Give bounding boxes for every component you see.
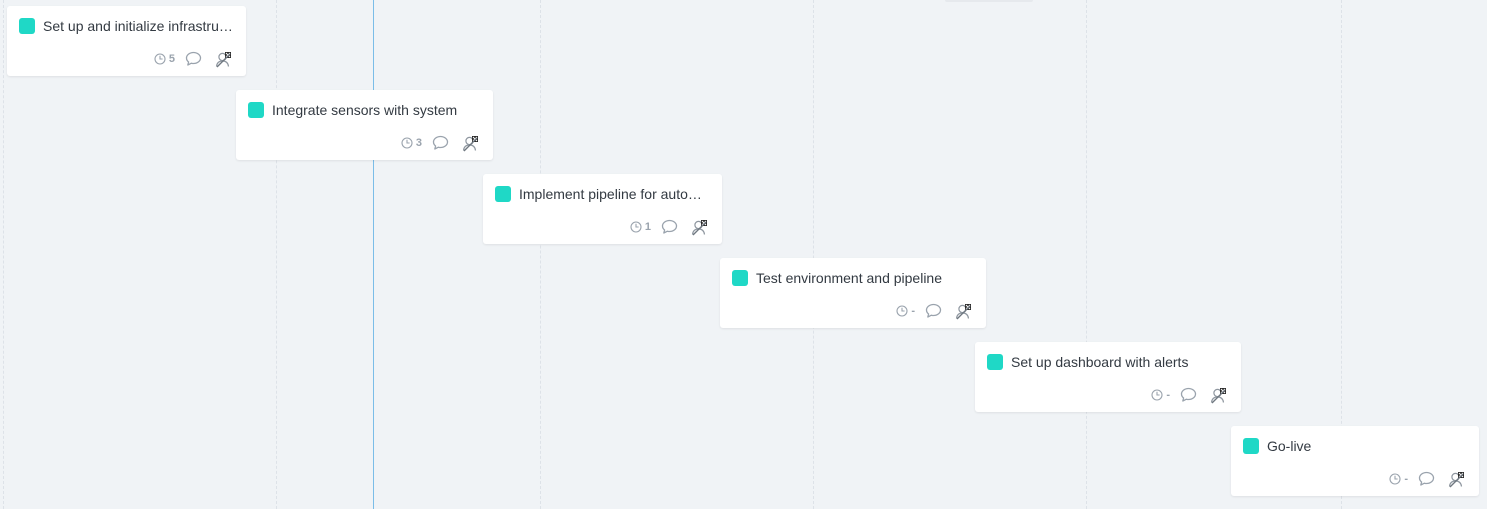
grid-divider (1086, 0, 1087, 509)
task-title: Integrate sensors with system (272, 102, 458, 118)
unassigned-user-icon[interactable] (1447, 471, 1465, 488)
clock-icon (1151, 389, 1163, 401)
unassigned-user-icon[interactable] (461, 135, 479, 152)
grid-divider (540, 0, 541, 509)
timeline-view[interactable]: Set up and initialize infrastructure 5 I… (0, 0, 1487, 509)
task-color-swatch (495, 186, 511, 202)
comment-bubble-icon[interactable] (185, 51, 202, 67)
task-color-swatch (248, 102, 264, 118)
task-color-swatch (987, 354, 1003, 370)
task-card[interactable]: Implement pipeline for automation 1 (483, 174, 722, 244)
clock-icon (154, 53, 166, 65)
time-estimate-value: - (911, 305, 915, 317)
task-color-swatch (1243, 438, 1259, 454)
clock-icon (630, 221, 642, 233)
task-card[interactable]: Go-live - (1231, 426, 1479, 496)
task-title: Go-live (1267, 438, 1312, 454)
clock-icon (1389, 473, 1401, 485)
task-meta: 3 (401, 134, 479, 152)
time-estimate[interactable]: - (1151, 389, 1170, 401)
time-estimate[interactable]: - (1389, 473, 1408, 485)
task-color-swatch (732, 270, 748, 286)
task-meta: 1 (630, 218, 708, 236)
time-estimate-value: - (1166, 389, 1170, 401)
task-title: Set up and initialize infrastructure (43, 18, 236, 34)
comment-bubble-icon[interactable] (661, 219, 678, 235)
task-title: Implement pipeline for automation (519, 186, 712, 202)
task-meta: - (1389, 470, 1465, 488)
comment-bubble-icon[interactable] (432, 135, 449, 151)
comment-bubble-icon[interactable] (925, 303, 942, 319)
time-estimate[interactable]: 5 (154, 53, 175, 65)
time-estimate-value: 1 (644, 221, 651, 233)
task-meta: 5 (154, 50, 232, 68)
time-estimate[interactable]: - (896, 305, 915, 317)
task-title: Set up dashboard with alerts (1011, 354, 1189, 370)
grid-divider (813, 0, 814, 509)
task-title: Test environment and pipeline (756, 270, 943, 286)
time-estimate-value: 5 (168, 53, 175, 65)
unassigned-user-icon[interactable] (1209, 387, 1227, 404)
today-marker-line (373, 0, 374, 509)
task-card[interactable]: Test environment and pipeline - (720, 258, 986, 328)
time-estimate-value: - (1404, 473, 1408, 485)
unassigned-user-icon[interactable] (954, 303, 972, 320)
comment-bubble-icon[interactable] (1180, 387, 1197, 403)
task-card[interactable]: Integrate sensors with system 3 (236, 90, 493, 160)
grid-divider (3, 0, 4, 509)
clock-icon (401, 137, 413, 149)
task-meta: - (896, 302, 972, 320)
scroll-edge-shadow (945, 0, 1033, 2)
time-estimate-value: 3 (415, 137, 422, 149)
unassigned-user-icon[interactable] (690, 219, 708, 236)
comment-bubble-icon[interactable] (1418, 471, 1435, 487)
grid-divider (276, 0, 277, 509)
task-card[interactable]: Set up and initialize infrastructure 5 (7, 6, 246, 76)
task-color-swatch (19, 18, 35, 34)
task-card[interactable]: Set up dashboard with alerts - (975, 342, 1241, 412)
time-estimate[interactable]: 3 (401, 137, 422, 149)
time-estimate[interactable]: 1 (630, 221, 651, 233)
unassigned-user-icon[interactable] (214, 51, 232, 68)
task-meta: - (1151, 386, 1227, 404)
clock-icon (896, 305, 908, 317)
